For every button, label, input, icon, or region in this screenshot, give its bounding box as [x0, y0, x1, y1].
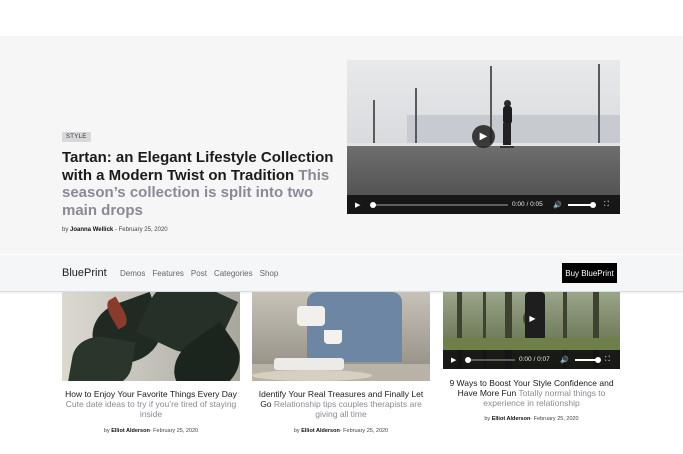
- skater-body: [503, 106, 512, 124]
- video-time: 0:00 / 0:07: [519, 350, 550, 369]
- hero-text-block: STYLE Tartan: an Elegant Lifestyle Colle…: [62, 125, 334, 233]
- card-author-link[interactable]: Elliot Alderson: [492, 416, 531, 422]
- card-author-link[interactable]: Elliot Alderson: [111, 428, 150, 434]
- card-text-2: Identify Your Real Treasures and Finally…: [252, 389, 430, 419]
- play-icon: ▶: [529, 314, 536, 323]
- card-text-3: 9 Ways to Boost Your Style Confidence an…: [443, 378, 620, 408]
- volume-knob[interactable]: [590, 202, 596, 208]
- card-title-text[interactable]: How to Enjoy Your Favorite Things Every …: [65, 389, 237, 399]
- fullscreen-button[interactable]: ⛶: [605, 350, 610, 369]
- brand-logo[interactable]: BluePrint: [62, 267, 107, 279]
- card-byline-2: by Elliot Alderson- February 25, 2020: [252, 428, 430, 434]
- hero-byline: by Joanna Wellick - February 25, 2020: [62, 227, 334, 233]
- person-shirt: [307, 292, 402, 362]
- volume-icon: 🔊: [553, 201, 562, 209]
- card-subtitle: Relationship tips couples therapists are…: [273, 399, 422, 419]
- teapot: [297, 306, 325, 326]
- card-date: - February 25, 2020: [149, 428, 199, 434]
- video-frame-tree: [598, 64, 600, 146]
- round-table: [252, 370, 372, 381]
- tray: [274, 358, 344, 370]
- video-frame-skater: [500, 100, 514, 150]
- video-time: 0:00 / 0:05: [512, 195, 543, 214]
- card-text-1: How to Enjoy Your Favorite Things Every …: [62, 389, 240, 419]
- volume-button[interactable]: 🔊: [560, 350, 569, 369]
- video-current-time: 0:00: [512, 201, 525, 208]
- tea-cup: [324, 330, 342, 344]
- card-title-3[interactable]: 9 Ways to Boost Your Style Confidence an…: [443, 378, 620, 408]
- skateboard: [500, 146, 514, 148]
- play-icon: ▶: [355, 201, 361, 209]
- fullscreen-button[interactable]: ⛶: [604, 195, 609, 214]
- fullscreen-icon: ⛶: [605, 355, 610, 363]
- nav-item-features[interactable]: Features: [152, 269, 184, 278]
- video-time-separator: /: [526, 201, 529, 208]
- category-badge[interactable]: STYLE: [62, 132, 91, 142]
- play-icon: ▶: [451, 356, 457, 364]
- video-progress-bar[interactable]: [465, 357, 515, 363]
- hero-author-link[interactable]: Joanna Wellick: [70, 227, 113, 233]
- play-button[interactable]: ▶: [355, 195, 360, 214]
- video-current-time: 0:00: [519, 356, 532, 363]
- volume-button[interactable]: 🔊: [553, 195, 562, 214]
- card-video-player[interactable]: ▶ ▶ 0:00 / 0:07 🔊 ⛶: [443, 292, 620, 369]
- video-time-separator: /: [533, 356, 536, 363]
- nav-item-post[interactable]: Post: [191, 269, 207, 278]
- hero-date: - February 25, 2020: [114, 227, 168, 233]
- card-author-link[interactable]: Elliot Alderson: [301, 428, 340, 434]
- page: STYLE Tartan: an Elegant Lifestyle Colle…: [0, 0, 683, 454]
- hero-video-player[interactable]: ▶ ▶ 0:00 / 0:05 🔊 ⛶: [347, 60, 620, 214]
- card-subtitle: Cute date ideas to try if you’re tired o…: [65, 399, 237, 419]
- card-image-tea[interactable]: [252, 292, 430, 381]
- volume-knob[interactable]: [595, 357, 601, 363]
- volume-icon: 🔊: [560, 356, 569, 364]
- card-title-2[interactable]: Identify Your Real Treasures and Finally…: [252, 389, 430, 419]
- hero-title[interactable]: Tartan: an Elegant Lifestyle Collection …: [62, 149, 334, 219]
- video-controls: ▶ 0:00 / 0:05 🔊 ⛶: [347, 195, 620, 214]
- video-controls: ▶ 0:00 / 0:07 🔊 ⛶: [443, 350, 620, 369]
- buy-blueprint-button[interactable]: Buy BluePrint: [562, 263, 617, 283]
- video-duration: 0:05: [530, 201, 543, 208]
- nav-links: Demos Features Post Categories Shop: [120, 269, 278, 278]
- video-frame-tree: [415, 88, 417, 146]
- video-progress-knob[interactable]: [370, 202, 376, 208]
- card-byline-3: by Elliot Alderson- February 25, 2020: [443, 416, 620, 422]
- nav-item-shop[interactable]: Shop: [260, 269, 279, 278]
- nav-item-demos[interactable]: Demos: [120, 269, 145, 278]
- video-duration: 0:07: [537, 356, 550, 363]
- video-progress-bar[interactable]: [370, 202, 508, 208]
- play-overlay-button[interactable]: ▶: [523, 309, 542, 328]
- card-image-plant[interactable]: [62, 292, 240, 381]
- card-byline-1: by Elliot Alderson- February 25, 2020: [62, 428, 240, 434]
- play-overlay-button[interactable]: ▶: [472, 125, 495, 148]
- play-icon: ▶: [479, 131, 488, 142]
- volume-slider[interactable]: [575, 357, 601, 363]
- byline-prefix: by: [293, 428, 300, 434]
- nav-item-categories[interactable]: Categories: [214, 269, 253, 278]
- video-progress-knob[interactable]: [465, 357, 471, 363]
- video-frame-tree: [373, 100, 375, 146]
- byline-prefix: by: [484, 416, 491, 422]
- hero-title-text[interactable]: Tartan: an Elegant Lifestyle Collection …: [62, 149, 333, 184]
- byline-prefix: by: [62, 227, 69, 233]
- fullscreen-icon: ⛶: [604, 200, 609, 208]
- forest-ground: [443, 338, 620, 350]
- card-title-1[interactable]: How to Enjoy Your Favorite Things Every …: [62, 389, 240, 419]
- volume-slider[interactable]: [568, 202, 596, 208]
- play-button[interactable]: ▶: [451, 350, 456, 369]
- skater-legs: [503, 123, 511, 145]
- card-date: - February 25, 2020: [339, 428, 389, 434]
- byline-prefix: by: [103, 428, 110, 434]
- card-date: - February 25, 2020: [530, 416, 579, 422]
